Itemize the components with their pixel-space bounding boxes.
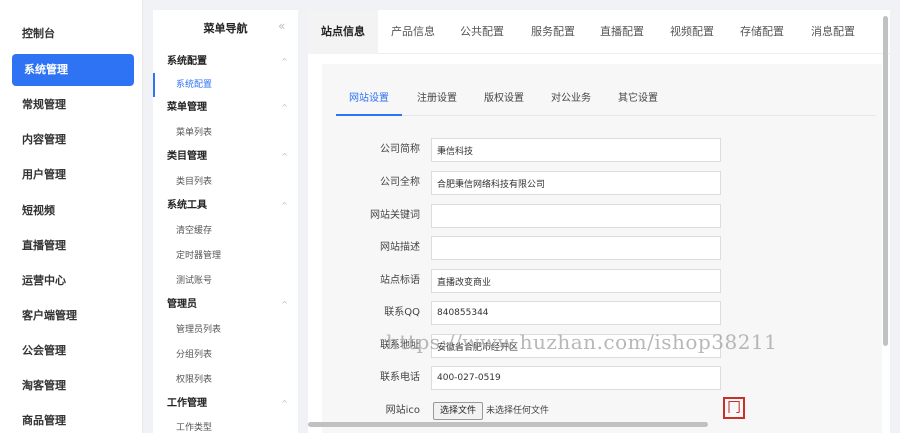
vertical-scrollbar[interactable] (883, 16, 888, 346)
stamp-icon: 冂 (723, 397, 745, 419)
tab-storage-config[interactable]: 存储配置 (729, 10, 795, 54)
menu-item-live[interactable]: 直播管理 (0, 230, 143, 262)
nav-item-clear-cache[interactable]: 清空缓存 (153, 219, 298, 243)
company-short-input[interactable] (431, 138, 721, 162)
tab-service-config[interactable]: 服务配置 (520, 10, 586, 54)
secondary-nav: 菜单导航 « 系统配置 ^ 系统配置 菜单管理 ^ 菜单列表 类目管理 ^ 类目列表 … (153, 10, 298, 433)
nav-group-label: 系统工具 (167, 200, 207, 211)
qq-input[interactable] (431, 301, 721, 325)
tab-other-settings[interactable]: 其它设置 (605, 88, 671, 116)
secondary-nav-header: 菜单导航 « (153, 10, 298, 44)
menu-item-console[interactable]: 控制台 (0, 18, 143, 50)
chevron-up-icon: ^ (281, 57, 288, 66)
tab-copyright-settings[interactable]: 版权设置 (471, 88, 537, 116)
choose-file-button[interactable]: 选择文件 (433, 402, 484, 420)
chevron-up-icon: ^ (281, 201, 288, 210)
nav-group-label: 工作管理 (167, 398, 207, 409)
nav-group-menu[interactable]: 菜单管理 ^ (153, 96, 298, 120)
menu-item-short-video[interactable]: 短视频 (0, 195, 143, 227)
tab-site-info[interactable]: 站点信息 (308, 10, 378, 54)
nav-group-system-tools[interactable]: 系统工具 ^ (153, 194, 298, 218)
chevron-up-icon: ^ (281, 399, 288, 408)
description-label: 网站描述 (380, 242, 420, 253)
menu-item-guild[interactable]: 公会管理 (0, 335, 143, 367)
nav-item-group-list[interactable]: 分组列表 (153, 343, 298, 367)
chevron-up-icon: ^ (281, 152, 288, 161)
menu-item-general[interactable]: 常规管理 (0, 89, 143, 121)
tab-live-config[interactable]: 直播配置 (589, 10, 655, 54)
slogan-label: 站点标语 (380, 275, 420, 286)
menu-item-users[interactable]: 用户管理 (0, 159, 143, 191)
favicon-label: 网站ico (385, 405, 420, 416)
secondary-nav-title: 菜单导航 (203, 22, 248, 35)
nav-item-menu-list[interactable]: 菜单列表 (153, 121, 298, 145)
menu-item-operations[interactable]: 运营中心 (0, 265, 143, 297)
file-status-text: 未选择任何文件 (486, 406, 550, 416)
menu-item-client[interactable]: 客户端管理 (0, 300, 143, 332)
nav-group-system-config[interactable]: 系统配置 ^ (153, 50, 298, 74)
tab-video-config[interactable]: 视频配置 (659, 10, 725, 54)
chevron-up-icon: ^ (281, 300, 288, 309)
main-panel: 站点信息 产品信息 公共配置 服务配置 直播配置 视频配置 存储配置 消息配置 … (308, 10, 890, 433)
inner-tabs: 网站设置 注册设置 版权设置 对公业务 其它设置 (336, 88, 876, 116)
nav-item-permission-list[interactable]: 权限列表 (153, 368, 298, 392)
nav-group-label: 系统配置 (167, 56, 207, 67)
company-full-label: 公司全称 (380, 177, 420, 188)
tab-message-config[interactable]: 消息配置 (800, 10, 866, 54)
company-short-label: 公司简称 (380, 144, 420, 155)
menu-item-system[interactable]: 系统管理 (12, 54, 134, 86)
description-input[interactable] (431, 236, 721, 260)
tab-corporate-business[interactable]: 对公业务 (538, 88, 604, 116)
horizontal-scrollbar[interactable] (308, 422, 708, 427)
slogan-input[interactable] (431, 269, 721, 293)
phone-input[interactable] (431, 366, 721, 390)
nav-item-system-config[interactable]: 系统配置 (153, 73, 298, 97)
collapse-icon[interactable]: « (278, 19, 285, 33)
keywords-input[interactable] (431, 204, 721, 228)
phone-label: 联系电话 (380, 372, 420, 383)
nav-item-timer[interactable]: 定时器管理 (153, 244, 298, 268)
address-label: 联系地址 (380, 340, 420, 351)
main-sidebar: 控制台 系统管理 常规管理 内容管理 用户管理 短视频 直播管理 运营中心 客户… (0, 0, 143, 433)
qq-label: 联系QQ (384, 307, 420, 318)
tab-register-settings[interactable]: 注册设置 (404, 88, 470, 116)
nav-group-label: 类目管理 (167, 151, 207, 162)
keywords-label: 网站关键词 (370, 210, 420, 221)
nav-group-category[interactable]: 类目管理 ^ (153, 145, 298, 169)
nav-item-category-list[interactable]: 类目列表 (153, 170, 298, 194)
nav-item-admin-list[interactable]: 管理员列表 (153, 318, 298, 342)
company-full-input[interactable] (431, 171, 721, 195)
nav-group-work[interactable]: 工作管理 ^ (153, 392, 298, 416)
menu-item-content[interactable]: 内容管理 (0, 124, 143, 156)
settings-card: 网站设置 注册设置 版权设置 对公业务 其它设置 公司简称 公司全称 网站关键词… (322, 64, 882, 433)
nav-group-label: 菜单管理 (167, 102, 207, 113)
nav-group-admin[interactable]: 管理员 ^ (153, 293, 298, 317)
tab-public-config[interactable]: 公共配置 (449, 10, 515, 54)
chevron-up-icon: ^ (281, 103, 288, 112)
top-tabs: 站点信息 产品信息 公共配置 服务配置 直播配置 视频配置 存储配置 消息配置 (308, 10, 890, 54)
menu-item-taoke[interactable]: 淘客管理 (0, 370, 143, 402)
nav-item-test-account[interactable]: 测试账号 (153, 269, 298, 293)
nav-group-label: 管理员 (167, 299, 197, 310)
tab-product-info[interactable]: 产品信息 (380, 10, 446, 54)
nav-item-work-type[interactable]: 工作类型 (153, 416, 298, 433)
address-input[interactable] (431, 334, 721, 358)
tab-website-settings[interactable]: 网站设置 (336, 88, 402, 116)
menu-item-products[interactable]: 商品管理 (0, 405, 143, 433)
